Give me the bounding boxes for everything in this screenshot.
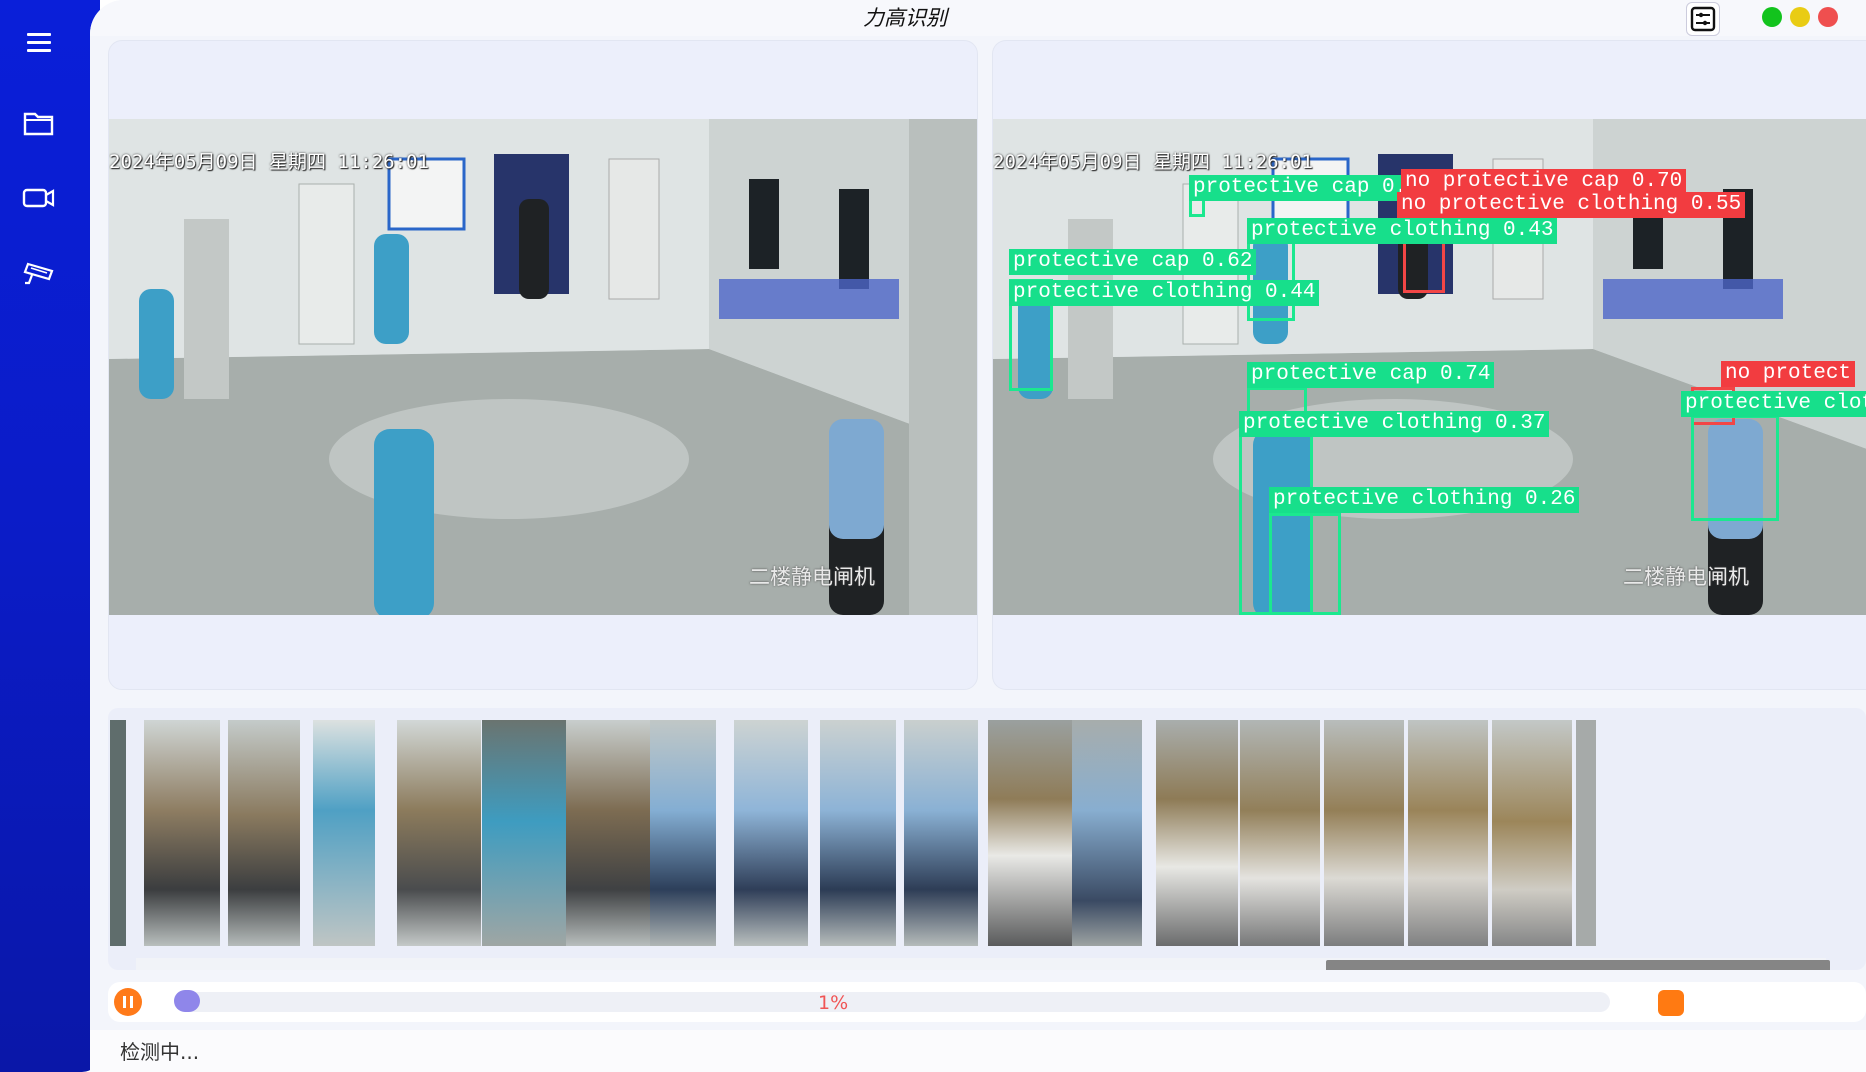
person-crop[interactable]: [734, 720, 808, 946]
original-video-panel: 2024年05月09日 星期四 11:26:01 二楼静电闸机: [108, 40, 978, 690]
surveillance-camera-button[interactable]: [14, 248, 64, 298]
detection-label: protective clothing 0.44: [1009, 280, 1320, 306]
settings-button[interactable]: [1686, 2, 1720, 36]
original-timestamp: 2024年05月09日 星期四 11:26:01: [109, 151, 429, 173]
result-video-frame: 2024年05月09日 星期四 11:26:01 二楼静电闸机 protecti…: [993, 119, 1866, 615]
detection-label: protective cap 0.62: [1009, 249, 1257, 275]
main-window: 力高识别 2024年05月09日 星期四 11:26:01 二楼静电闸机 202…: [90, 0, 1866, 1072]
person-crop[interactable]: [482, 720, 568, 946]
person-crop[interactable]: [1240, 720, 1320, 946]
person-crop[interactable]: [313, 720, 375, 946]
pause-button[interactable]: [114, 988, 142, 1016]
gallery-scrollbar-thumb[interactable]: [1326, 960, 1830, 970]
playback-bar: 1%: [108, 982, 1866, 1022]
progress-handle[interactable]: [174, 990, 200, 1012]
close-button[interactable]: [1818, 7, 1838, 27]
title-bar: 力高识别: [90, 0, 1866, 36]
sliders-icon: [1690, 6, 1716, 32]
result-location-label: 二楼静电闸机: [1623, 565, 1749, 589]
detection-label: no protective clothing 0.55: [1397, 192, 1746, 218]
detection-label: protective clothing 0.43: [1247, 218, 1558, 244]
person-crop[interactable]: [1324, 720, 1404, 946]
open-camera-button[interactable]: [14, 173, 64, 223]
minimize-button[interactable]: [1790, 7, 1810, 27]
window-title: 力高识别: [863, 6, 947, 30]
person-crop[interactable]: [1072, 720, 1142, 946]
detection-label: protective cap 0.74: [1247, 362, 1495, 388]
person-crop[interactable]: [1408, 720, 1488, 946]
result-video-panel: 2024年05月09日 星期四 11:26:01 二楼静电闸机 protecti…: [992, 40, 1866, 690]
person-crop[interactable]: [397, 720, 481, 946]
cctv-icon: [23, 262, 54, 285]
result-timestamp: 2024年05月09日 星期四 11:26:01: [993, 151, 1313, 173]
menu-icon: [27, 33, 51, 52]
progress-track[interactable]: [178, 992, 1610, 1012]
folder-icon: [23, 112, 54, 136]
original-location-label: 二楼静电闸机: [749, 565, 875, 589]
detection-label: no protect: [1721, 361, 1856, 387]
person-crop[interactable]: [144, 720, 220, 946]
person-crop[interactable]: [228, 720, 300, 946]
pause-icon: [123, 996, 133, 1008]
detection-label: protective clothing 0.26: [1269, 487, 1580, 513]
original-video-frame: 2024年05月09日 星期四 11:26:01 二楼静电闸机: [109, 119, 977, 615]
menu-button[interactable]: [14, 18, 64, 68]
status-bar: 检测中...: [90, 1030, 1866, 1072]
person-crop-gallery[interactable]: [108, 708, 1866, 970]
maximize-button[interactable]: [1762, 7, 1782, 27]
detection-label: protective cap 0.6: [1189, 175, 1424, 201]
status-text: 检测中...: [120, 1040, 200, 1064]
stop-button[interactable]: [1658, 990, 1684, 1016]
person-crop[interactable]: [988, 720, 1084, 946]
person-crop[interactable]: [904, 720, 978, 946]
person-crop[interactable]: [820, 720, 896, 946]
sidebar: [0, 0, 100, 1072]
detection-box: [1269, 513, 1341, 615]
progress-text: 1%: [818, 992, 849, 1014]
person-crop[interactable]: [566, 720, 656, 946]
detection-box: [1691, 415, 1779, 521]
detection-label: protective clothing 0.37: [1239, 411, 1550, 437]
person-crop[interactable]: [1576, 720, 1596, 946]
scene-image: [109, 119, 977, 615]
person-crop[interactable]: [1492, 720, 1572, 946]
detection-label: protective clot: [1681, 391, 1866, 417]
person-crop[interactable]: [1156, 720, 1238, 946]
person-crop[interactable]: [110, 720, 126, 946]
open-file-button[interactable]: [14, 98, 64, 148]
camera-icon: [22, 188, 55, 208]
person-crop[interactable]: [650, 720, 716, 946]
